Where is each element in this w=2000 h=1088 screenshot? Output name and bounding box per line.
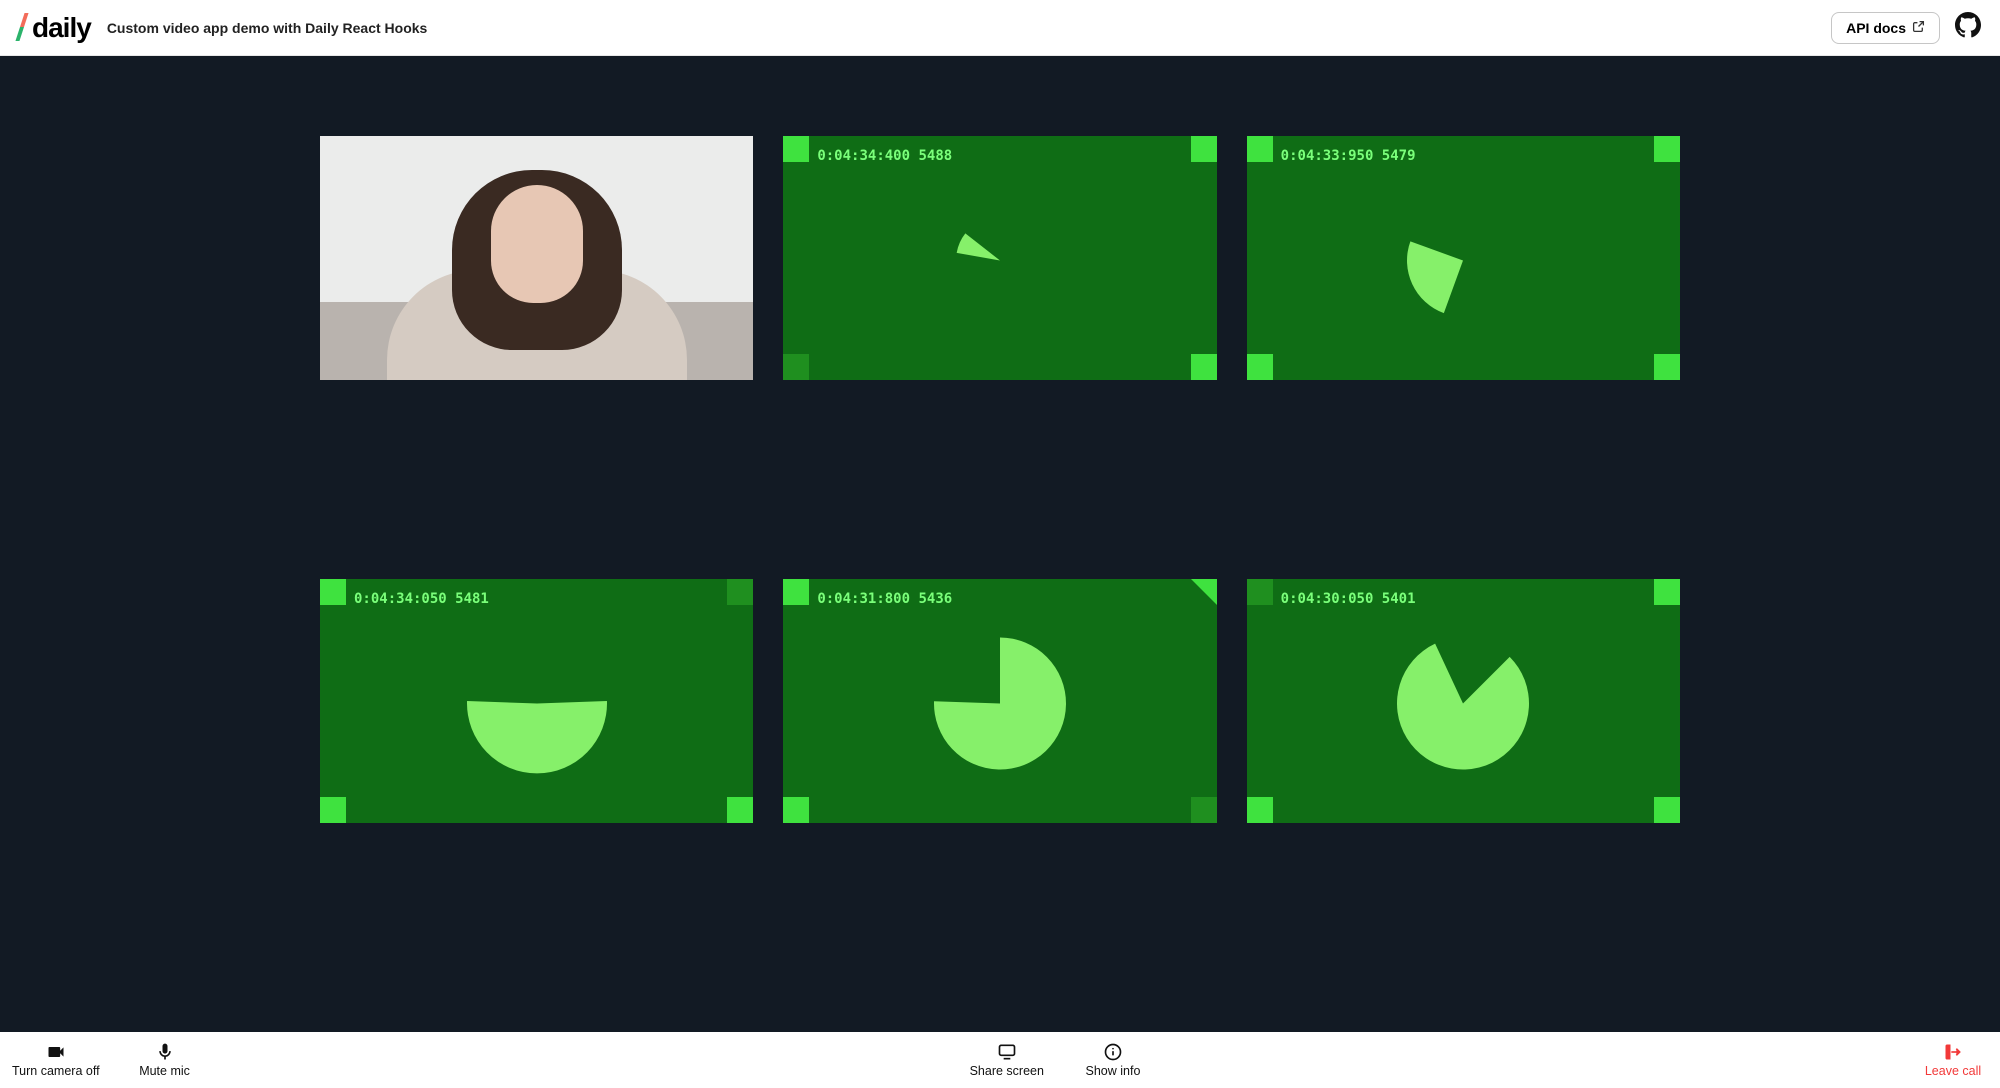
toggle-camera-label: Turn camera off <box>12 1064 100 1078</box>
page-title: Custom video app demo with Daily React H… <box>107 20 428 36</box>
api-docs-label: API docs <box>1846 20 1906 36</box>
logo-slash-icon <box>18 15 30 41</box>
share-screen-button[interactable]: Share screen <box>970 1042 1044 1078</box>
tile-pie-icon <box>956 216 1044 309</box>
tile-corner-tl-icon <box>783 579 809 605</box>
camera-preview <box>320 136 753 380</box>
video-tile-self[interactable] <box>320 136 753 380</box>
tile-corner-tl-icon <box>783 136 809 162</box>
toggle-mic-label: Mute mic <box>139 1064 190 1078</box>
screen-share-icon <box>997 1042 1017 1062</box>
github-icon <box>1955 12 1981 43</box>
tile-corner-bl-icon <box>1247 797 1273 823</box>
toggle-mic-button[interactable]: Mute mic <box>130 1042 200 1078</box>
tile-corner-tr-icon <box>727 579 753 605</box>
tile-corner-tl-icon <box>320 579 346 605</box>
tile-corner-br-icon <box>727 797 753 823</box>
tile-corner-br-icon <box>1191 797 1217 823</box>
video-tile-remote[interactable]: 0:04:34:400 5488 <box>783 136 1216 380</box>
tile-timestamp: 0:04:34:050 5481 <box>354 591 489 607</box>
tile-corner-br-icon <box>1191 354 1217 380</box>
tile-corner-tr-icon <box>1191 579 1217 605</box>
tile-corner-tr-icon <box>1654 136 1680 162</box>
toggle-camera-button[interactable]: Turn camera off <box>12 1042 100 1078</box>
leave-call-button[interactable]: Leave call <box>1918 1042 1988 1078</box>
logo-text: daily <box>32 12 91 44</box>
tile-corner-br-icon <box>1654 354 1680 380</box>
tile-corner-tl-icon <box>1247 136 1273 162</box>
video-tile-remote[interactable]: 0:04:33:950 5479 <box>1247 136 1680 380</box>
camera-icon <box>46 1042 66 1062</box>
tile-pie-icon <box>467 633 607 778</box>
tile-corner-bl-icon <box>783 354 809 380</box>
github-link[interactable] <box>1954 14 1982 42</box>
tile-corner-tr-icon <box>1191 136 1217 162</box>
tile-corner-bl-icon <box>320 797 346 823</box>
video-grid: 0:04:34:400 5488 0:04:33:950 5479 0:04:34:… <box>320 136 1680 992</box>
tile-corner-tl-icon <box>1247 579 1273 605</box>
share-screen-label: Share screen <box>970 1064 1044 1078</box>
leave-call-label: Leave call <box>1925 1064 1981 1078</box>
video-stage: 0:04:34:400 5488 0:04:33:950 5479 0:04:34:… <box>0 56 2000 1032</box>
tile-pie-icon <box>1407 204 1519 321</box>
tile-corner-bl-icon <box>783 797 809 823</box>
mic-icon <box>155 1042 175 1062</box>
tile-pie-icon <box>934 637 1066 774</box>
tile-timestamp: 0:04:33:950 5479 <box>1281 148 1416 164</box>
video-tile-remote[interactable]: 0:04:34:050 5481 <box>320 579 753 823</box>
tile-timestamp: 0:04:34:400 5488 <box>817 148 952 164</box>
tile-corner-tr-icon <box>1654 579 1680 605</box>
logo: daily <box>18 12 91 44</box>
show-info-button[interactable]: Show info <box>1078 1042 1148 1078</box>
show-info-label: Show info <box>1086 1064 1141 1078</box>
app-header: daily Custom video app demo with Daily R… <box>0 0 2000 56</box>
api-docs-button[interactable]: API docs <box>1831 12 1940 44</box>
control-tray: Turn camera off Mute mic Share screen Sh… <box>0 1032 2000 1088</box>
tile-corner-bl-icon <box>1247 354 1273 380</box>
tile-timestamp: 0:04:31:800 5436 <box>817 591 952 607</box>
leave-icon <box>1943 1042 1963 1062</box>
info-icon <box>1103 1042 1123 1062</box>
tile-corner-br-icon <box>1654 797 1680 823</box>
video-tile-remote[interactable]: 0:04:30:050 5401 <box>1247 579 1680 823</box>
tile-pie-icon <box>1397 637 1529 774</box>
tile-timestamp: 0:04:30:050 5401 <box>1281 591 1416 607</box>
video-tile-remote[interactable]: 0:04:31:800 5436 <box>783 579 1216 823</box>
external-link-icon <box>1912 20 1925 36</box>
